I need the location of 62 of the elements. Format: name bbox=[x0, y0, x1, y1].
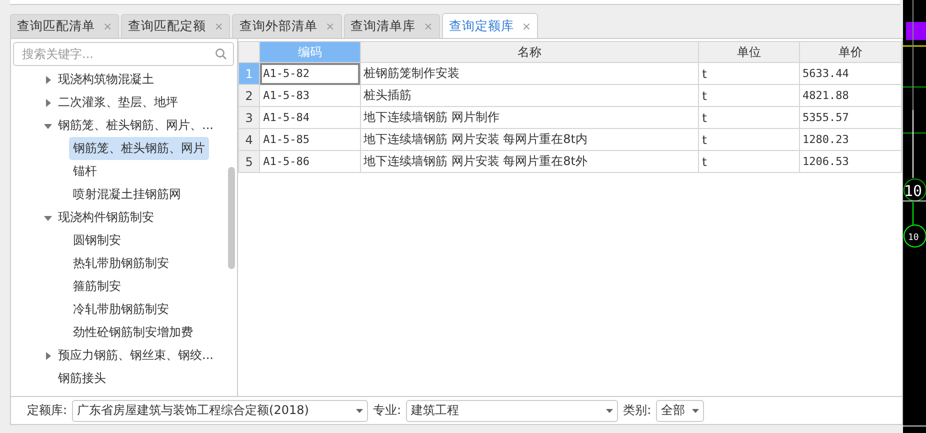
cad-drawing: 10 10 bbox=[903, 0, 926, 433]
table-cell: 桩钢筋笼制作安装 bbox=[360, 62, 699, 84]
table-cell: 地下连续墙钢筋 网片安装 每网片重在8t外 bbox=[360, 150, 699, 172]
dropdown[interactable]: 全部 bbox=[656, 400, 704, 422]
table-cell: t bbox=[698, 150, 800, 172]
row-number[interactable]: 3 bbox=[238, 106, 260, 128]
column-header[interactable]: 单价 bbox=[799, 42, 902, 62]
table-cell: 5355.57 bbox=[799, 106, 902, 128]
tab[interactable]: 查询匹配清单 × bbox=[10, 14, 120, 38]
table-cell: A1-5-84 bbox=[260, 106, 360, 128]
tree-item[interactable]: 锚杆 bbox=[69, 160, 101, 183]
tree-item[interactable]: 现浇构筑物混凝土 bbox=[58, 71, 154, 88]
table-cell: 1206.53 bbox=[799, 150, 902, 172]
tree-item[interactable]: 钢筋笼、桩头钢筋、网片、... bbox=[58, 117, 214, 134]
row-number[interactable]: 4 bbox=[238, 128, 260, 150]
tree-item[interactable]: 圆钢制安 bbox=[69, 229, 125, 252]
caret-icon[interactable] bbox=[606, 408, 614, 412]
tab[interactable]: 查询清单库 × bbox=[344, 14, 440, 38]
table-cell: t bbox=[698, 84, 800, 106]
tree-item[interactable]: 钢筋接头 bbox=[58, 370, 106, 387]
tree-item[interactable]: 现浇构件钢筋制安 bbox=[58, 209, 154, 226]
tab[interactable]: 查询外部清单 × bbox=[232, 14, 342, 38]
tree-item[interactable]: 喷射混凝土挂钢筋网 bbox=[69, 183, 185, 206]
tab[interactable]: 查询定额库 × bbox=[442, 13, 538, 38]
filter-label: 定额库: bbox=[27, 402, 68, 419]
column-header[interactable]: 单位 bbox=[698, 42, 800, 62]
caret-icon[interactable] bbox=[356, 408, 364, 412]
tree-item[interactable]: 钢筋笼、桩头钢筋、网片 bbox=[69, 137, 209, 160]
table-cell: 1280.23 bbox=[799, 128, 902, 150]
table-cell: 地下连续墙钢筋 网片安装 每网片重在8t内 bbox=[360, 128, 699, 150]
table-cell: A1-5-85 bbox=[260, 128, 360, 150]
table-cell: A1-5-86 bbox=[260, 150, 360, 172]
table-cell: A1-5-82 bbox=[260, 62, 360, 84]
row-number[interactable]: 2 bbox=[238, 84, 260, 106]
tree-item[interactable]: 热轧带肋钢筋制安 bbox=[69, 252, 173, 275]
tree-item[interactable]: 冷轧带肋钢筋制安 bbox=[69, 298, 173, 321]
table-cell: 4821.88 bbox=[799, 84, 902, 106]
collapsed-arrow-icon[interactable] bbox=[43, 350, 53, 360]
tree-item[interactable]: 预应力钢筋、钢丝束、钢绞... bbox=[58, 347, 214, 364]
collapsed-arrow-icon[interactable] bbox=[43, 98, 53, 108]
collapsed-arrow-icon[interactable] bbox=[43, 74, 53, 84]
search-icon[interactable] bbox=[215, 48, 227, 60]
tab[interactable]: 查询匹配定额 × bbox=[121, 14, 230, 38]
table-cell: t bbox=[698, 62, 800, 84]
table-cell: A1-5-83 bbox=[260, 84, 360, 106]
tree-item[interactable]: 二次灌浆、垫层、地坪 bbox=[58, 94, 178, 111]
row-number[interactable]: 5 bbox=[238, 150, 260, 172]
table-cell: 5633.44 bbox=[799, 62, 902, 84]
filter-label: 类别: bbox=[623, 402, 652, 419]
dropdown[interactable]: 广东省房屋建筑与装饰工程综合定额(2018) bbox=[72, 400, 368, 422]
scrollbar-thumb[interactable] bbox=[228, 167, 235, 269]
filter-label: 专业: bbox=[373, 402, 402, 419]
search-box[interactable]: 搜索关键字... bbox=[13, 42, 234, 66]
column-header[interactable]: 名称 bbox=[360, 42, 699, 62]
tree-item[interactable]: 箍筋制安 bbox=[69, 275, 125, 298]
caret-icon[interactable] bbox=[692, 408, 700, 412]
table-cell: t bbox=[698, 128, 800, 150]
tree-item[interactable]: 劲性砼钢筋制安增加费 bbox=[69, 321, 197, 344]
table-cell: 地下连续墙钢筋 网片制作 bbox=[360, 106, 699, 128]
table-cell: 桩头插筋 bbox=[360, 84, 699, 106]
dropdown[interactable]: 建筑工程 bbox=[406, 400, 618, 422]
table-cell: t bbox=[698, 106, 800, 128]
